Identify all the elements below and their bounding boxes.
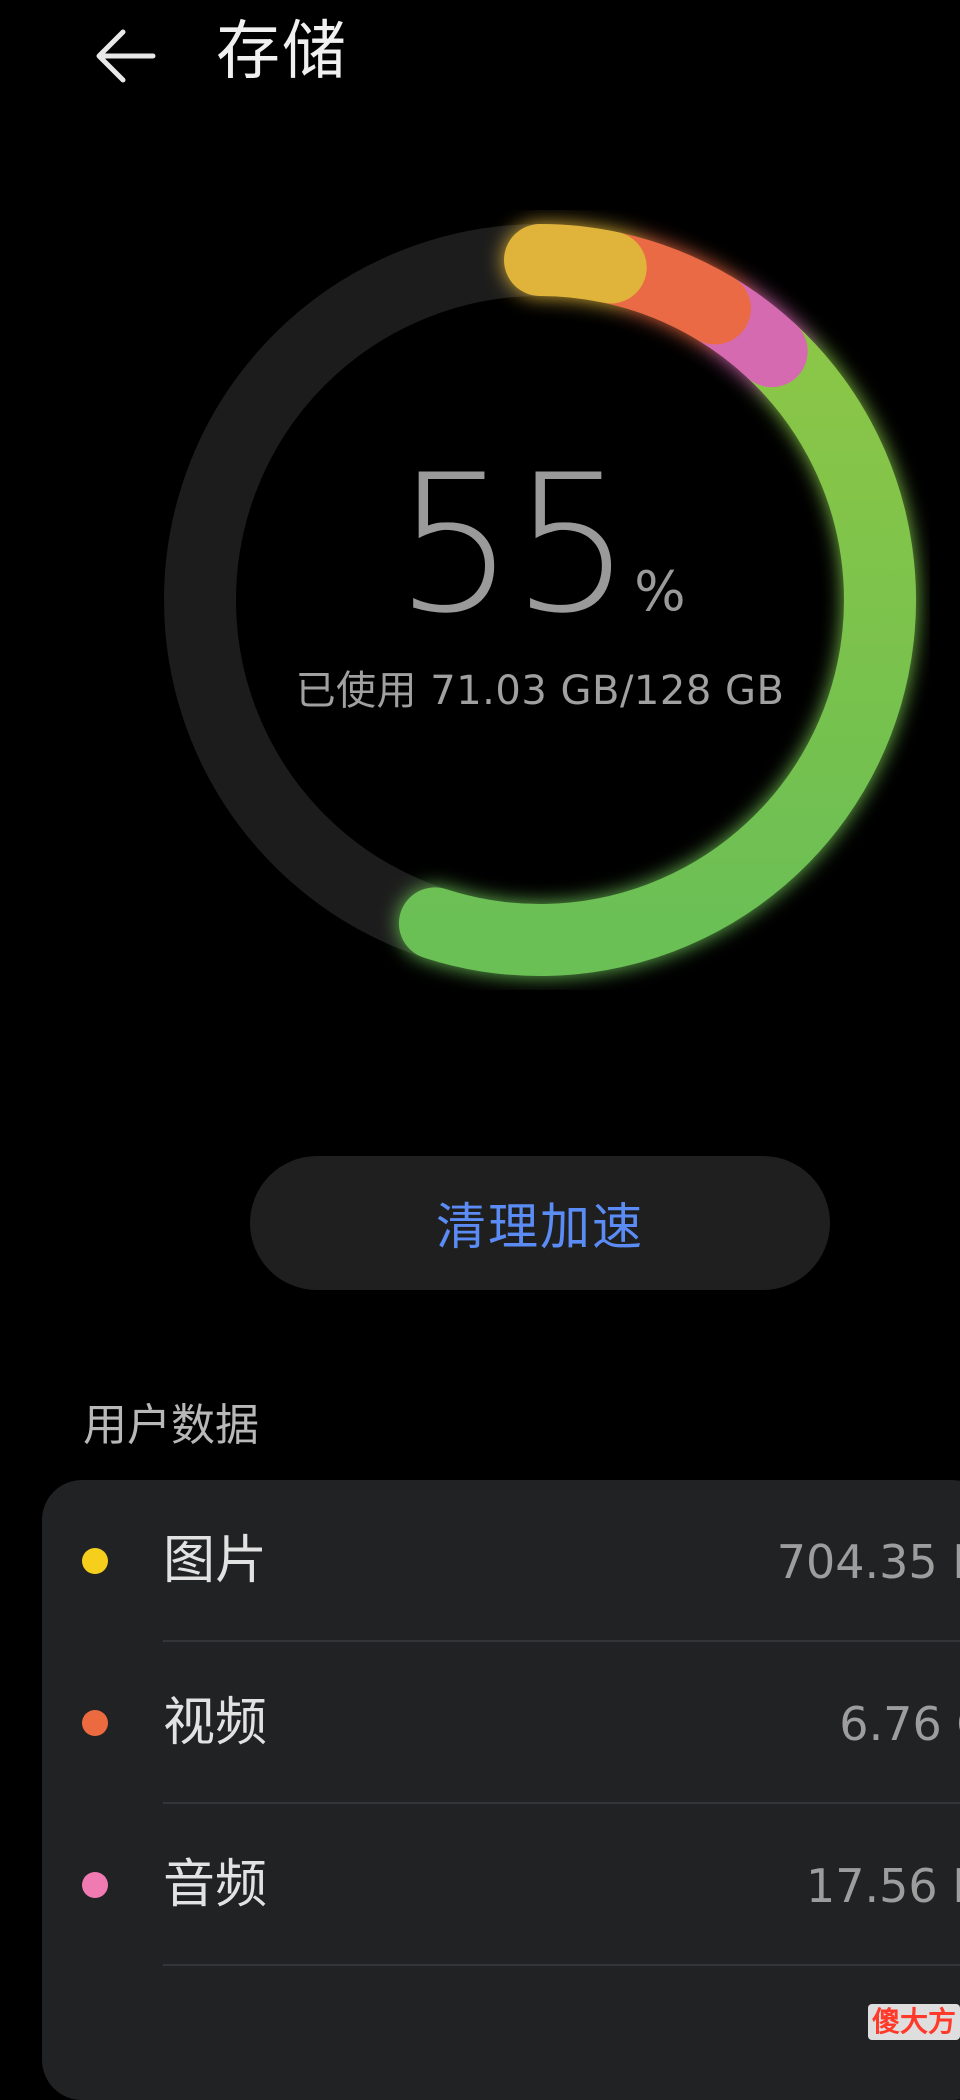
ring-segment-other [398, 315, 916, 976]
list-item-images[interactable]: 图片 704.35 M [42, 1480, 960, 1642]
clean-speedup-button[interactable]: 清理加速 [250, 1156, 830, 1290]
divider [163, 1964, 960, 1966]
item-label: 图片 [163, 1531, 268, 1591]
color-dot [82, 1548, 108, 1574]
storage-ring-chart: 55% 已使用 71.03 GB/128 GB [150, 210, 930, 990]
list-item-videos[interactable]: 视频 6.76 G [42, 1642, 960, 1804]
list-item-audio[interactable]: 音频 17.56 M [42, 1804, 960, 1966]
item-label: 音频 [163, 1855, 268, 1915]
arrow-left-icon [96, 29, 156, 83]
page-title: 存储 [216, 15, 348, 89]
watermark-logo: 傻大方 [868, 2004, 960, 2040]
user-data-card: 图片 704.35 M 视频 6.76 G 音频 17.56 M [42, 1480, 960, 2100]
ring-segment-images [504, 224, 647, 304]
item-size: 6.76 G [839, 1697, 960, 1751]
item-label: 视频 [163, 1693, 268, 1753]
item-size: 17.56 M [806, 1859, 960, 1913]
header: 存储 [0, 0, 960, 110]
color-dot [82, 1710, 108, 1736]
color-dot [82, 1872, 108, 1898]
section-title-user-data: 用户数据 [83, 1400, 259, 1451]
back-button[interactable] [70, 8, 174, 104]
item-size: 704.35 M [776, 1535, 960, 1589]
